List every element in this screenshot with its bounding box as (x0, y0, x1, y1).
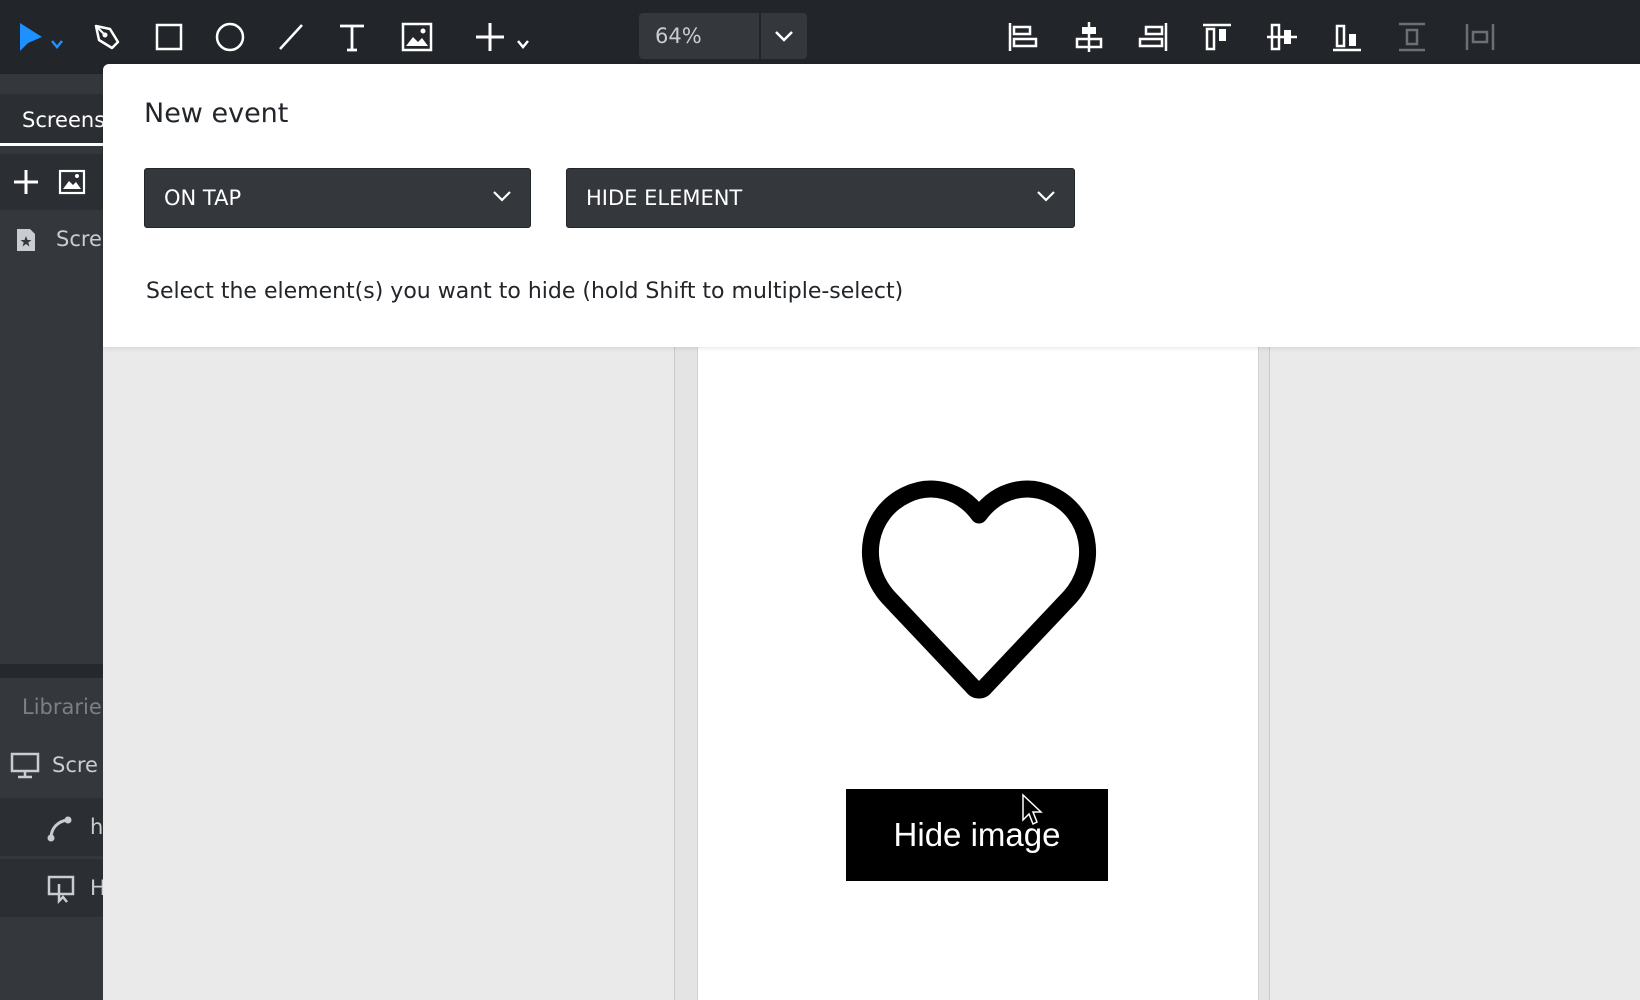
selection-hint-text: Select the element(s) you want to hide (… (146, 279, 904, 304)
chevron-down-icon (775, 31, 793, 42)
align-right-button[interactable] (1129, 14, 1177, 60)
pointer-icon (20, 23, 63, 51)
align-middle-vertical-icon (1267, 23, 1297, 51)
ellipse-tool-button[interactable] (206, 14, 254, 60)
image-icon (401, 22, 433, 52)
screen-list-item-label: Scre (56, 227, 102, 251)
line-icon (279, 24, 303, 50)
align-center-horizontal-button[interactable] (1065, 14, 1113, 60)
button-icon (47, 875, 75, 904)
align-bottom-button[interactable] (1323, 14, 1371, 60)
zoom-dropdown-button[interactable] (759, 13, 807, 59)
add-screen-icon[interactable] (12, 168, 40, 196)
align-bottom-icon (1333, 24, 1361, 52)
library-item-screen[interactable]: Scre (0, 736, 103, 794)
screen-list-item[interactable]: Scre (0, 210, 103, 268)
library-item-label: H (90, 876, 103, 900)
screen-page-icon (17, 229, 35, 251)
libraries-section-title[interactable]: Librarie (0, 678, 103, 736)
chevron-down-icon (1037, 191, 1055, 202)
plus-icon (476, 23, 529, 51)
distribute-horizontal-button[interactable] (1456, 14, 1504, 60)
monitor-icon (10, 752, 40, 779)
trigger-dropdown[interactable]: ON TAP (144, 168, 531, 228)
heart-icon[interactable] (848, 475, 1110, 705)
line-tool-button[interactable] (267, 14, 315, 60)
distribute-horizontal-icon (1465, 24, 1495, 50)
pen-icon (94, 24, 120, 50)
add-tool-button[interactable] (468, 14, 538, 60)
library-item-button[interactable]: H (0, 859, 103, 917)
pen-tool-button[interactable] (83, 14, 131, 60)
new-event-panel: New event ON TAP HIDE ELEMENT Select the… (103, 64, 1640, 347)
align-middle-vertical-button[interactable] (1258, 14, 1306, 60)
top-toolbar: 64% (0, 0, 1640, 74)
chevron-down-icon (493, 191, 511, 202)
text-tool-button[interactable] (328, 14, 376, 60)
ellipse-icon (215, 22, 245, 52)
design-canvas[interactable]: Hide image (103, 347, 1640, 1000)
image-icon[interactable] (58, 168, 86, 196)
text-icon (340, 24, 364, 52)
align-left-button[interactable] (999, 14, 1047, 60)
distribute-vertical-button[interactable] (1388, 14, 1436, 60)
action-dropdown[interactable]: HIDE ELEMENT (566, 168, 1075, 228)
trigger-dropdown-value: ON TAP (164, 186, 242, 210)
align-top-icon (1203, 23, 1231, 51)
align-center-horizontal-icon (1075, 22, 1103, 52)
align-top-button[interactable] (1193, 14, 1241, 60)
panel-title: New event (144, 98, 289, 129)
left-sidebar: Screens Scre Librarie Scre h H (0, 74, 103, 1000)
select-tool-button[interactable] (12, 14, 68, 60)
rectangle-icon (155, 23, 183, 51)
hide-image-button[interactable]: Hide image (846, 789, 1108, 881)
sidebar-divider (0, 664, 103, 678)
distribute-vertical-icon (1399, 22, 1425, 52)
artboard[interactable]: Hide image (697, 347, 1259, 1000)
library-item-label: Scre (52, 753, 98, 777)
tab-screens[interactable]: Screens (0, 94, 103, 146)
align-right-icon (1138, 23, 1168, 51)
hotspot-icon (47, 816, 72, 842)
mouse-cursor-icon (1022, 793, 1043, 826)
sidebar-actions (0, 154, 103, 210)
image-tool-button[interactable] (393, 14, 441, 60)
align-left-icon (1008, 23, 1038, 51)
library-item-hotspot[interactable]: h (0, 798, 103, 856)
library-item-label: h (90, 815, 103, 839)
rectangle-tool-button[interactable] (145, 14, 193, 60)
action-dropdown-value: HIDE ELEMENT (586, 186, 743, 210)
zoom-level-field[interactable]: 64% (639, 13, 759, 59)
